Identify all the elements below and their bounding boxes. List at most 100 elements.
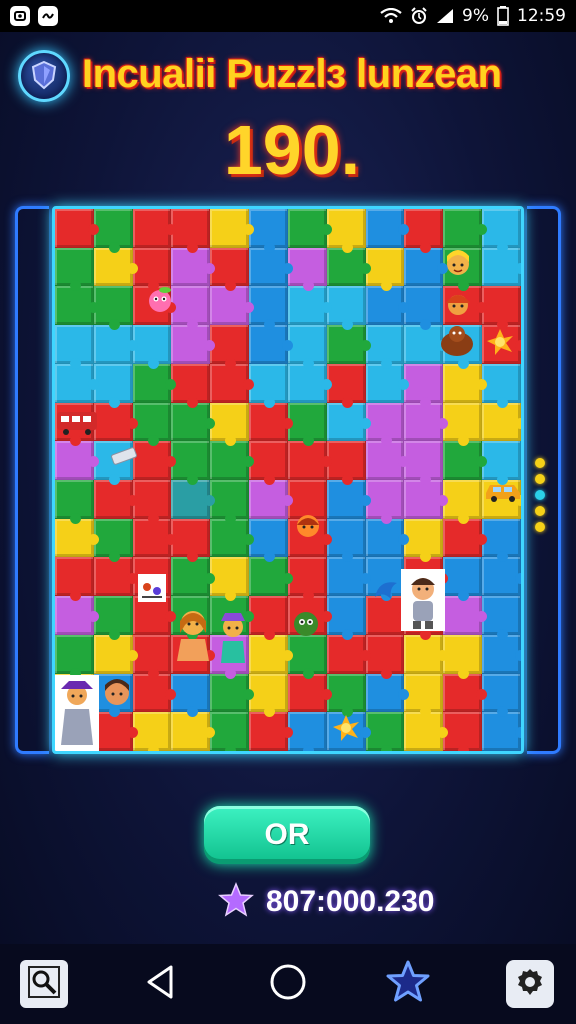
puzzle-piece[interactable] <box>287 247 327 292</box>
puzzle-piece[interactable] <box>55 325 94 369</box>
puzzle-piece[interactable] <box>171 712 216 751</box>
puzzle-piece[interactable] <box>365 673 410 713</box>
puzzle-piece[interactable] <box>404 673 444 717</box>
purple-cap-character-icon[interactable] <box>215 609 251 665</box>
cowboy-character-icon[interactable] <box>55 675 99 751</box>
puzzle-piece[interactable] <box>93 596 133 640</box>
puzzle-piece[interactable] <box>326 209 366 253</box>
puzzle-piece[interactable] <box>443 480 483 524</box>
silver-bar-icon[interactable] <box>107 439 141 473</box>
puzzle-piece[interactable] <box>404 480 449 519</box>
puzzle-piece[interactable] <box>249 557 293 597</box>
puzzle-piece[interactable] <box>171 480 216 519</box>
red-bus-icon[interactable] <box>55 405 99 439</box>
puzzle-piece[interactable] <box>287 673 332 713</box>
puzzle-piece[interactable] <box>287 325 327 369</box>
page-dot[interactable] <box>535 474 545 484</box>
puzzle-piece[interactable] <box>326 363 366 408</box>
puzzle-piece[interactable] <box>55 286 99 326</box>
puzzle-piece[interactable] <box>55 596 99 635</box>
puzzle-piece[interactable] <box>93 402 138 442</box>
puzzle-piece[interactable] <box>443 402 483 446</box>
puzzle-piece[interactable] <box>287 286 332 326</box>
puzzle-piece[interactable] <box>55 634 94 679</box>
puzzle-piece[interactable] <box>171 247 216 287</box>
puzzle-piece[interactable] <box>171 673 211 717</box>
puzzle-piece[interactable] <box>443 441 487 480</box>
nav-home-button[interactable] <box>264 960 312 1008</box>
puzzle-piece[interactable] <box>326 634 371 674</box>
puzzle-piece[interactable] <box>404 441 444 485</box>
puzzle-piece[interactable] <box>326 596 366 640</box>
puzzle-piece[interactable] <box>93 712 138 751</box>
puzzle-piece[interactable] <box>365 325 405 369</box>
yellow-car-icon[interactable] <box>483 473 521 507</box>
puzzle-piece[interactable] <box>210 363 254 403</box>
puzzle-piece[interactable] <box>171 557 216 597</box>
puzzle-piece[interactable] <box>326 673 366 717</box>
puzzle-piece[interactable] <box>365 480 405 524</box>
tiny-party-icon[interactable] <box>135 571 169 605</box>
puzzle-piece[interactable] <box>249 480 293 519</box>
puzzle-piece[interactable] <box>404 712 449 751</box>
fire-burst-icon-2[interactable] <box>329 711 363 745</box>
dark-hair-kid-icon[interactable] <box>99 675 135 709</box>
puzzle-piece[interactable] <box>365 247 405 292</box>
girl-character-icon[interactable] <box>173 605 213 665</box>
puzzle-piece[interactable] <box>287 402 327 446</box>
puzzle-piece[interactable] <box>249 441 288 485</box>
puzzle-piece[interactable] <box>482 286 521 330</box>
puzzle-piece[interactable] <box>365 209 410 248</box>
puzzle-piece[interactable] <box>404 634 449 674</box>
orange-face-icon[interactable] <box>291 509 325 543</box>
puzzle-piece[interactable] <box>132 363 177 403</box>
puzzle-piece[interactable] <box>326 402 371 442</box>
profile-shield-button[interactable] <box>18 50 70 102</box>
puzzle-piece[interactable] <box>443 518 487 558</box>
puzzle-piece[interactable] <box>210 712 250 751</box>
puzzle-piece[interactable] <box>93 247 138 287</box>
puzzle-piece[interactable] <box>55 209 99 248</box>
puzzle-piece[interactable] <box>365 712 405 751</box>
puzzle-piece[interactable] <box>249 286 288 330</box>
puzzle-piece[interactable] <box>93 634 138 674</box>
puzzle-piece[interactable] <box>55 518 99 558</box>
puzzle-piece[interactable] <box>287 209 332 248</box>
puzzle-piece[interactable] <box>249 402 293 442</box>
puzzle-piece[interactable] <box>210 518 254 558</box>
nav-favorites-button[interactable] <box>384 960 432 1008</box>
puzzle-piece[interactable] <box>132 518 177 558</box>
puzzle-piece[interactable] <box>443 557 483 601</box>
puzzle-piece[interactable] <box>93 363 133 408</box>
puzzle-piece[interactable] <box>249 634 293 674</box>
brown-beast-icon[interactable] <box>437 323 477 357</box>
puzzle-piece[interactable] <box>404 402 449 442</box>
puzzle-piece[interactable] <box>287 441 332 480</box>
puzzle-piece[interactable] <box>249 209 288 253</box>
puzzle-piece[interactable] <box>249 518 288 563</box>
puzzle-piece[interactable] <box>210 441 254 480</box>
puzzle-piece[interactable] <box>326 247 371 287</box>
puzzle-piece[interactable] <box>443 712 483 751</box>
puzzle-piece[interactable] <box>482 712 521 751</box>
page-dot[interactable] <box>535 458 545 468</box>
puzzle-piece[interactable] <box>93 557 138 597</box>
puzzle-piece[interactable] <box>404 363 444 408</box>
puzzle-piece[interactable] <box>443 596 487 635</box>
puzzle-piece[interactable] <box>326 480 371 519</box>
puzzle-piece[interactable] <box>132 402 172 446</box>
puzzle-piece[interactable] <box>365 634 405 679</box>
puzzle-piece[interactable] <box>326 557 371 597</box>
puzzle-piece[interactable] <box>249 673 288 717</box>
puzzle-piece[interactable] <box>210 402 250 446</box>
nav-back-button[interactable] <box>136 960 184 1008</box>
puzzle-piece[interactable] <box>55 557 94 601</box>
puzzle-piece[interactable] <box>326 325 371 364</box>
puzzle-piece[interactable] <box>171 518 211 563</box>
puzzle-piece[interactable] <box>55 480 94 524</box>
puzzle-piece[interactable] <box>171 441 211 485</box>
puzzle-piece[interactable] <box>365 286 410 326</box>
puzzle-piece[interactable] <box>443 634 483 679</box>
puzzle-piece[interactable] <box>287 363 332 403</box>
puzzle-piece[interactable] <box>171 402 216 442</box>
